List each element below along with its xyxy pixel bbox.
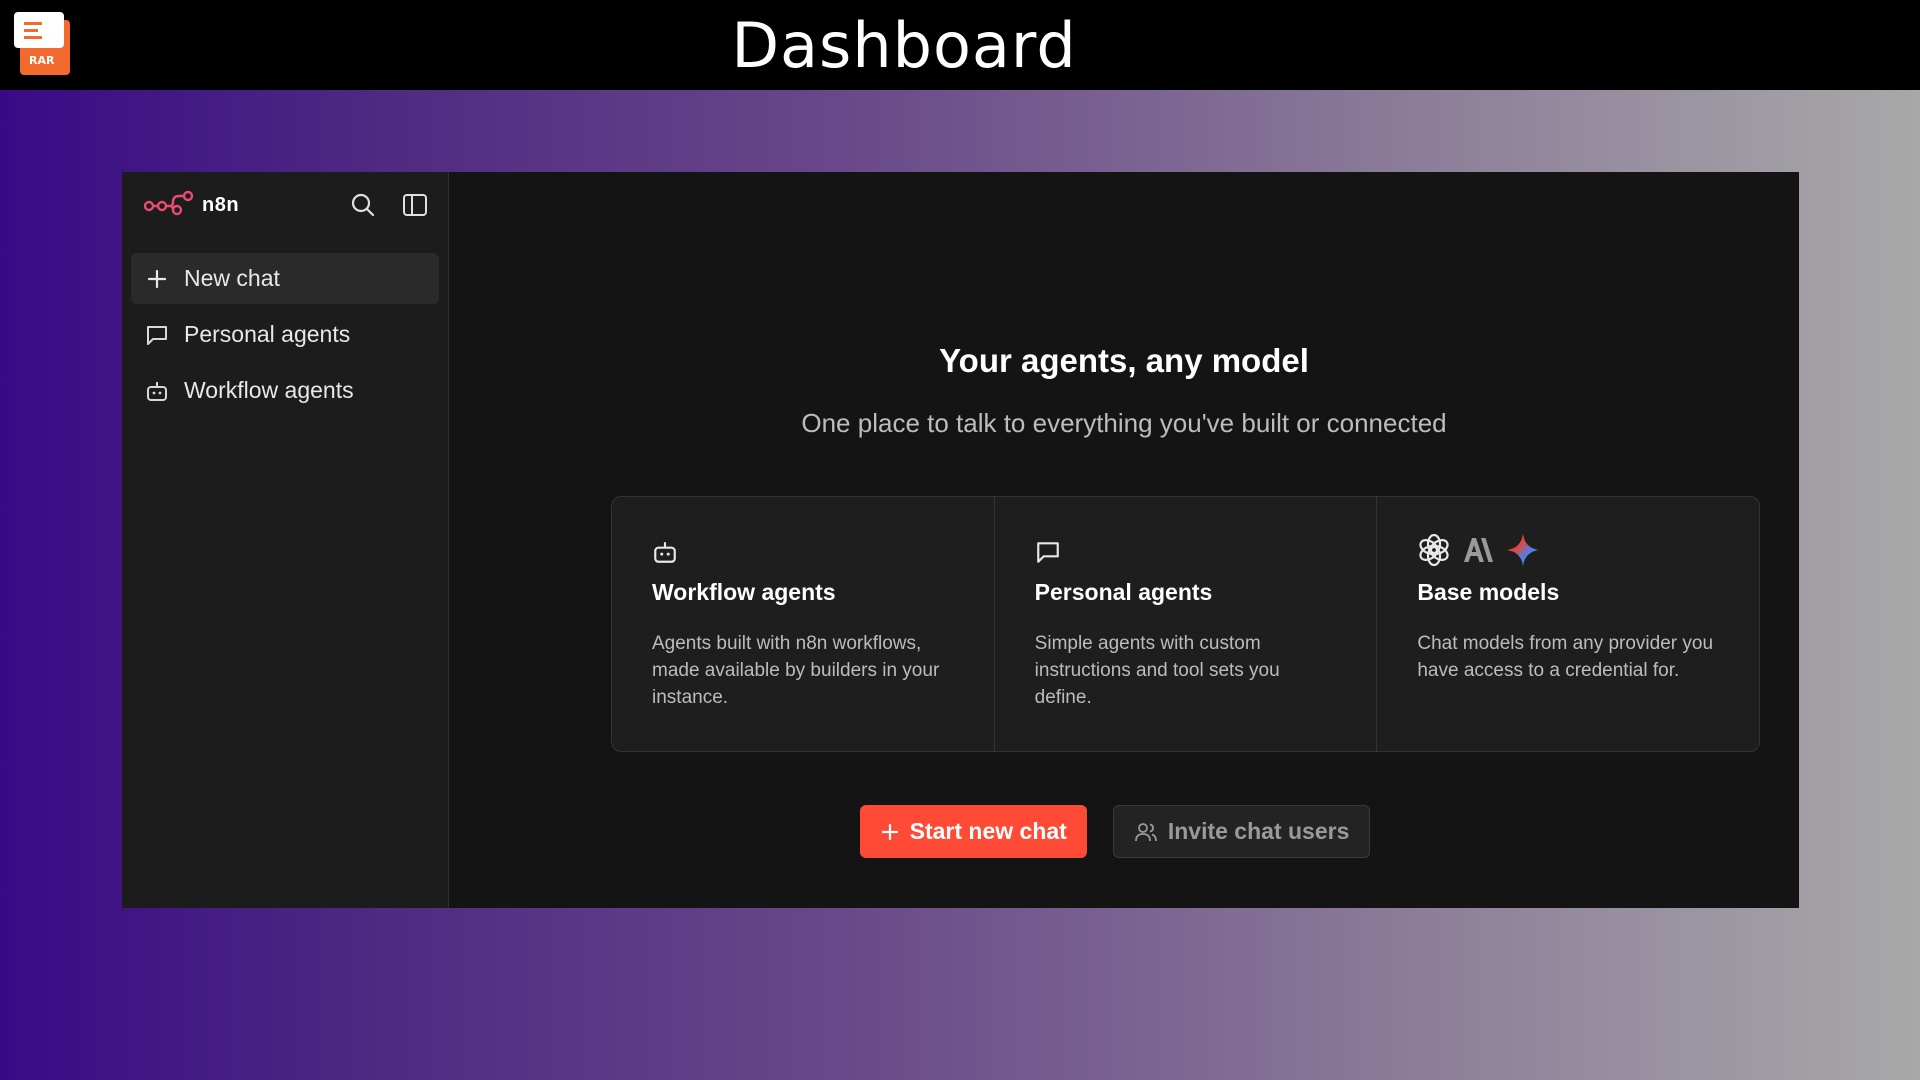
- sidebar-item-label: Personal agents: [184, 321, 351, 347]
- robot-icon: [144, 378, 170, 404]
- robot-icon: [652, 537, 954, 567]
- sidebar: n8n New chat Personal agents Workflow ag…: [122, 172, 449, 908]
- card-workflow-agents: Workflow agents Agents built with n8n wo…: [612, 497, 995, 751]
- agent-type-cards: Workflow agents Agents built with n8n wo…: [611, 496, 1760, 752]
- toggle-sidebar-button[interactable]: [400, 190, 430, 220]
- top-banner: RAR Dashboard: [0, 0, 1920, 90]
- anthropic-logo-icon: [1461, 533, 1495, 572]
- plus-icon: [144, 266, 170, 292]
- card-base-models: Base models Chat models from any provide…: [1377, 497, 1759, 751]
- n8n-logo-icon: [143, 189, 194, 222]
- card-personal-agents: Personal agents Simple agents with custo…: [995, 497, 1378, 751]
- brand-name: n8n: [202, 193, 240, 216]
- sidebar-item-workflow-agents[interactable]: Workflow agents: [131, 365, 439, 416]
- search-button[interactable]: [348, 190, 378, 220]
- sidebar-item-label: New chat: [184, 265, 280, 291]
- sidebar-nav: New chat Personal agents Workflow agents: [131, 253, 439, 421]
- sidebar-panel-icon: [403, 194, 427, 216]
- invite-chat-users-button[interactable]: Invite chat users: [1112, 805, 1371, 858]
- card-description: Agents built with n8n workflows, made av…: [652, 633, 940, 708]
- brand[interactable]: n8n: [143, 188, 240, 222]
- hero-title: Your agents, any model: [939, 342, 1309, 379]
- model-provider-logos: [1417, 533, 1719, 571]
- start-new-chat-label: Start new chat: [909, 818, 1067, 844]
- sidebar-item-personal-agents[interactable]: Personal agents: [131, 309, 439, 360]
- openai-logo-icon: [1417, 533, 1451, 572]
- search-icon: [351, 193, 375, 217]
- action-buttons: Start new chat Invite chat users: [449, 805, 1799, 858]
- card-description: Chat models from any provider you have a…: [1417, 633, 1714, 681]
- page-title: Dashboard: [731, 8, 1077, 82]
- n8n-chat-window: n8n New chat Personal agents Workflow ag…: [122, 172, 1799, 908]
- gemini-logo-icon: [1505, 532, 1541, 573]
- sidebar-item-new-chat[interactable]: New chat: [131, 253, 439, 304]
- main-panel: Your agents, any model One place to talk…: [449, 172, 1799, 908]
- start-new-chat-button[interactable]: Start new chat: [859, 805, 1087, 858]
- invite-chat-users-label: Invite chat users: [1167, 818, 1350, 844]
- chat-bubble-icon: [1035, 537, 1337, 567]
- hero-subtitle: One place to talk to everything you've b…: [801, 408, 1447, 438]
- card-title: Workflow agents: [652, 579, 836, 605]
- users-icon: [1134, 820, 1158, 844]
- card-title: Base models: [1417, 579, 1560, 605]
- card-title: Personal agents: [1034, 579, 1213, 605]
- sidebar-item-label: Workflow agents: [184, 377, 354, 403]
- card-description: Simple agents with custom instructions a…: [1034, 633, 1280, 708]
- plus-icon: [880, 822, 900, 842]
- chat-bubble-icon: [144, 322, 170, 348]
